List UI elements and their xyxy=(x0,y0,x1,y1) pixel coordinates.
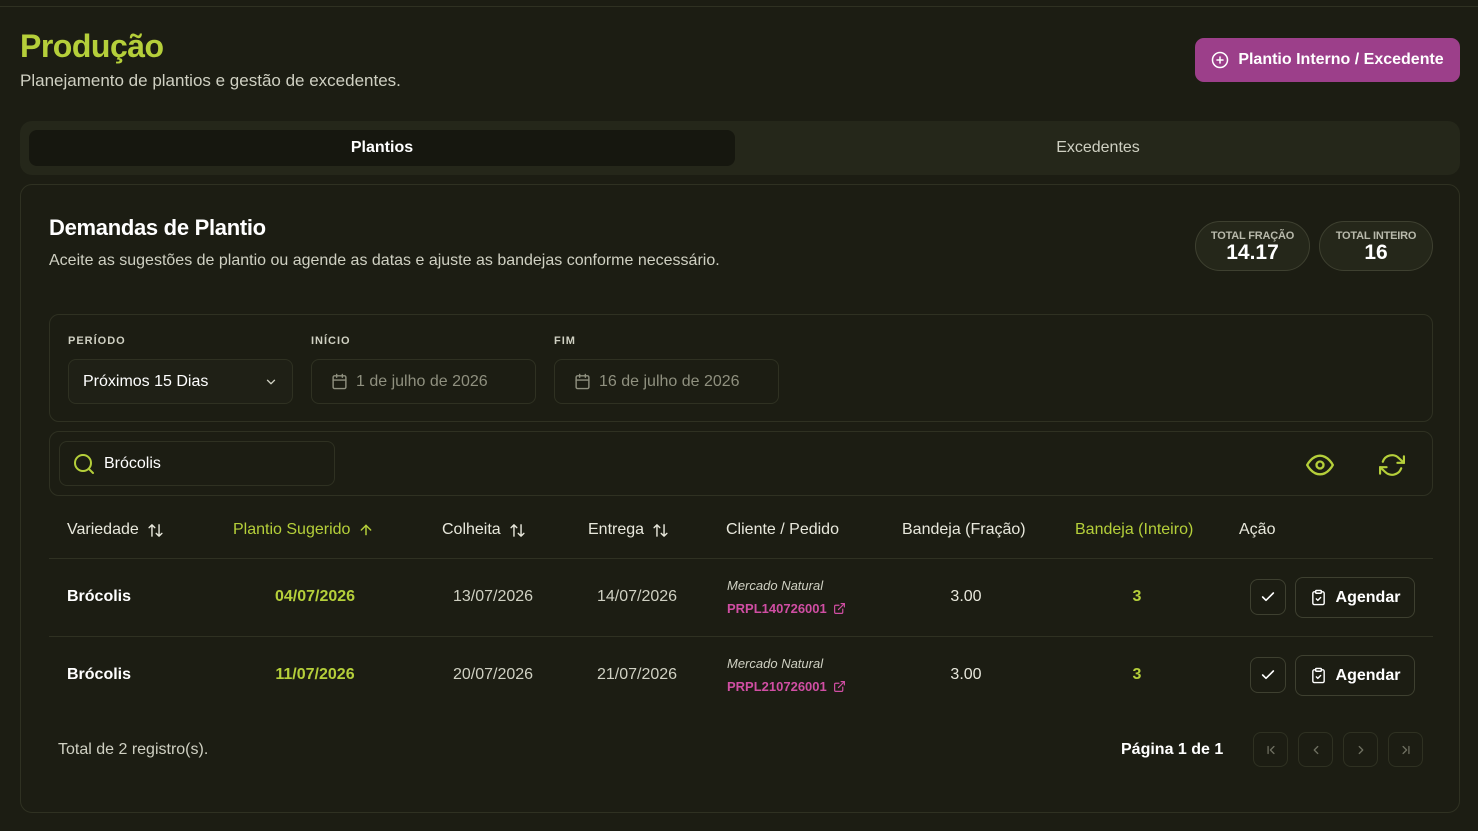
variety-cell: Brócolis xyxy=(67,588,132,605)
check-icon xyxy=(1261,670,1275,680)
clipboard-check-icon xyxy=(1311,667,1325,684)
external-link-icon xyxy=(833,603,845,614)
suggested-planting-cell: 11/07/2026 xyxy=(275,666,355,683)
tray-fraction-cell: 3.00 xyxy=(950,588,982,605)
schedule-button[interactable]: Agendar xyxy=(1295,577,1415,618)
card-subtitle: Aceite as sugestões de plantio ou agende… xyxy=(49,252,720,269)
period-value: Próximos 15 Dias xyxy=(83,372,209,390)
last-page-button[interactable] xyxy=(1388,732,1423,767)
tab-list: Plantios Excedentes xyxy=(20,121,1460,175)
row-divider xyxy=(49,636,1433,637)
new-internal-planting-button[interactable]: Plantio Interno / Excedente xyxy=(1195,38,1460,82)
planting-demands-card: Demandas de Plantio Aceite as sugestões … xyxy=(20,184,1460,813)
refresh-button[interactable] xyxy=(1377,450,1407,480)
total-fraction-badge: TOTAL FRAÇÃO 14.17 xyxy=(1195,221,1310,271)
period-select[interactable]: Próximos 15 Dias xyxy=(68,359,293,404)
column-bandeja-inteiro: Bandeja (Inteiro) xyxy=(1075,521,1193,539)
search-icon xyxy=(74,453,94,474)
variety-cell: Brócolis xyxy=(67,666,132,683)
calendar-icon xyxy=(332,373,347,390)
top-divider xyxy=(0,6,1478,7)
column-fracao-label: Bandeja (Fração) xyxy=(902,521,1026,538)
chevron-left-icon xyxy=(1313,745,1318,754)
calendar-icon xyxy=(575,373,590,390)
sort-both-icon xyxy=(653,523,668,537)
end-date-field[interactable]: 16 de julho de 2026 xyxy=(554,359,779,404)
schedule-label: Agendar xyxy=(1335,588,1401,606)
chevrons-left-bar-icon xyxy=(1266,745,1275,754)
order-code: PRPL210726001 xyxy=(727,679,827,694)
first-page-button[interactable] xyxy=(1253,732,1288,767)
client-name: Mercado Natural xyxy=(727,656,824,671)
column-acao-label: Ação xyxy=(1239,521,1276,538)
toggle-visibility-button[interactable] xyxy=(1305,450,1335,480)
suggested-planting-cell: 04/07/2026 xyxy=(274,588,356,605)
sort-both-icon xyxy=(510,523,525,537)
next-page-button[interactable] xyxy=(1343,732,1378,767)
check-icon xyxy=(1261,592,1275,602)
card-title: Demandas de Plantio xyxy=(49,215,266,240)
page-indicator: Página 1 de 1 xyxy=(1121,741,1224,758)
previous-page-button[interactable] xyxy=(1298,732,1333,767)
chevron-down-icon xyxy=(266,379,276,384)
accept-button[interactable] xyxy=(1250,657,1286,693)
search-input[interactable] xyxy=(104,454,324,473)
schedule-button[interactable]: Agendar xyxy=(1295,655,1415,696)
period-label: PERÍODO xyxy=(68,335,126,347)
total-integer-value: 16 xyxy=(1364,241,1388,264)
column-plantio-sugerido[interactable]: Plantio Sugerido xyxy=(233,521,374,539)
total-records: Total de 2 registro(s). xyxy=(58,741,209,758)
column-colheita-label: Colheita xyxy=(442,521,501,538)
total-fraction-value: 14.17 xyxy=(1226,241,1279,264)
sort-both-icon xyxy=(148,523,163,537)
column-variedade-label: Variedade xyxy=(67,521,139,538)
page-subtitle: Planejamento de plantios e gestão de exc… xyxy=(20,71,401,90)
sort-asc-icon xyxy=(361,524,372,536)
tray-integer-cell: 3 xyxy=(1132,666,1142,683)
accept-button[interactable] xyxy=(1250,579,1286,615)
new-internal-planting-label: Plantio Interno / Excedente xyxy=(1238,51,1444,68)
external-link-icon xyxy=(833,681,845,692)
refresh-icon xyxy=(1379,454,1405,476)
tray-integer-cell: 3 xyxy=(1132,588,1142,605)
column-bandeja-fracao: Bandeja (Fração) xyxy=(902,521,1026,539)
filters-panel: PERÍODO Próximos 15 Dias INÍCIO 1 de jul… xyxy=(49,314,1433,422)
start-date-value: 1 de julho de 2026 xyxy=(356,372,488,390)
harvest-cell: 20/07/2026 xyxy=(452,666,534,683)
harvest-cell: 13/07/2026 xyxy=(452,588,534,605)
client-name: Mercado Natural xyxy=(727,578,824,593)
column-variedade[interactable]: Variedade xyxy=(67,521,164,539)
column-cliente-pedido: Cliente / Pedido xyxy=(726,521,839,539)
page-title: Produção xyxy=(20,28,164,64)
order-code: PRPL140726001 xyxy=(727,601,827,616)
header-divider xyxy=(49,558,1433,559)
column-entrega[interactable]: Entrega xyxy=(588,521,669,539)
end-date-value: 16 de julho de 2026 xyxy=(599,372,740,390)
end-label: FIM xyxy=(554,335,576,347)
delivery-cell: 14/07/2026 xyxy=(596,588,678,605)
start-label: INÍCIO xyxy=(311,335,351,347)
eye-icon xyxy=(1306,454,1334,476)
tab-plantios[interactable]: Plantios xyxy=(29,130,735,166)
column-acao: Ação xyxy=(1239,521,1275,539)
column-colheita[interactable]: Colheita xyxy=(442,521,526,539)
chevron-right-icon xyxy=(1358,745,1363,754)
plus-circle-icon xyxy=(1212,51,1229,69)
tray-fraction-cell: 3.00 xyxy=(950,666,982,683)
clipboard-check-icon xyxy=(1311,589,1325,606)
column-entrega-label: Entrega xyxy=(588,521,645,538)
chevrons-right-bar-icon xyxy=(1401,745,1410,754)
total-integer-badge: TOTAL INTEIRO 16 xyxy=(1319,221,1433,271)
delivery-cell: 21/07/2026 xyxy=(596,666,678,683)
order-link[interactable]: PRPL210726001 xyxy=(727,679,846,694)
start-date-field[interactable]: 1 de julho de 2026 xyxy=(311,359,536,404)
schedule-label: Agendar xyxy=(1335,666,1401,684)
tab-excedentes[interactable]: Excedentes xyxy=(745,130,1451,166)
search-toolbar xyxy=(49,431,1433,496)
search-box[interactable] xyxy=(59,441,335,486)
column-inteiro-label: Bandeja (Inteiro) xyxy=(1075,521,1194,538)
column-cliente-label: Cliente / Pedido xyxy=(726,521,839,538)
order-link[interactable]: PRPL140726001 xyxy=(727,601,846,616)
column-plantio-label: Plantio Sugerido xyxy=(233,521,351,538)
